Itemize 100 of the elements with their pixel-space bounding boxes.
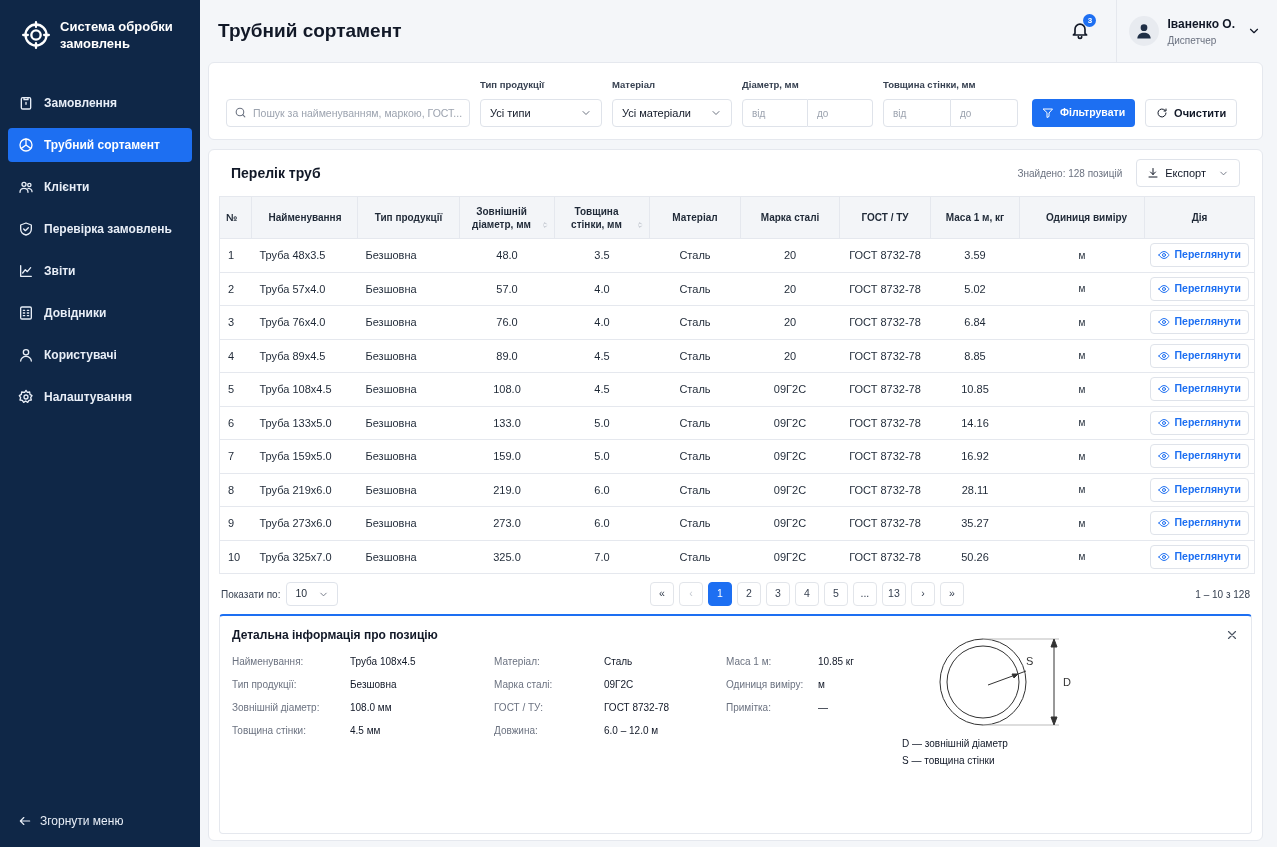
chart-icon bbox=[18, 263, 34, 279]
column-header: ГОСТ / ТУ bbox=[839, 196, 931, 239]
gear-logo-icon bbox=[22, 21, 50, 49]
close-icon bbox=[1225, 628, 1239, 642]
page-button[interactable]: « bbox=[649, 582, 674, 606]
view-button[interactable]: Переглянути bbox=[1149, 276, 1249, 301]
field-value: ГОСТ 8732-78 bbox=[604, 701, 671, 715]
table-cell: 273.0 bbox=[459, 506, 555, 540]
table-cell: 6.84 bbox=[930, 305, 1020, 339]
page-button[interactable]: 5 bbox=[823, 582, 848, 606]
sort-icon bbox=[635, 219, 644, 230]
table-cell: 133.0 bbox=[459, 406, 555, 440]
clear-button[interactable]: Очистити bbox=[1145, 99, 1238, 127]
column-header[interactable]: Товщина стінки, мм bbox=[554, 196, 650, 239]
field-value: 4.5 мм bbox=[350, 724, 382, 738]
page-button[interactable]: 13 bbox=[881, 582, 906, 606]
table-cell: 325.0 bbox=[459, 540, 555, 574]
table-cell: 48.0 bbox=[459, 238, 555, 272]
view-button[interactable]: Переглянути bbox=[1149, 343, 1249, 368]
sidebar-item[interactable]: Довідники bbox=[8, 296, 192, 330]
column-header: Найменування bbox=[251, 196, 358, 239]
table-cell: 57.0 bbox=[459, 272, 555, 306]
dropdown[interactable]: Усі типи bbox=[480, 99, 602, 127]
view-button[interactable]: Переглянути bbox=[1149, 544, 1249, 569]
table-cell: ГОСТ 8732-78 bbox=[839, 506, 931, 540]
filter-icon bbox=[1042, 107, 1054, 119]
filter-button[interactable]: Фільтрувати bbox=[1032, 99, 1136, 127]
table-cell: Безшовна bbox=[357, 272, 460, 306]
sidebar-item[interactable]: Звіти bbox=[8, 254, 192, 288]
sidebar-item[interactable]: Перевірка замовлень bbox=[8, 212, 192, 246]
eye-icon bbox=[1157, 450, 1170, 463]
table-cell: м bbox=[1019, 506, 1145, 540]
view-button[interactable]: Переглянути bbox=[1149, 477, 1249, 502]
sidebar-item[interactable]: Замовлення bbox=[8, 86, 192, 120]
sidebar-item[interactable]: Клієнти bbox=[8, 170, 192, 204]
eye-icon bbox=[1157, 416, 1170, 429]
thickness-label: S bbox=[1026, 655, 1034, 667]
table-cell: 50.26 bbox=[930, 540, 1020, 574]
table-cell: 4.0 bbox=[554, 305, 650, 339]
export-button[interactable]: Експорт bbox=[1136, 159, 1240, 187]
view-button[interactable]: Переглянути bbox=[1149, 410, 1249, 435]
field-label: Довжина: bbox=[494, 724, 539, 738]
grid-book-icon bbox=[18, 305, 34, 321]
field-label: Найменування: bbox=[232, 655, 305, 669]
page-button[interactable]: › bbox=[910, 582, 935, 606]
view-button[interactable]: Переглянути bbox=[1149, 243, 1249, 268]
page-size-dropdown[interactable]: 10 bbox=[286, 582, 339, 606]
collapse-menu-link[interactable]: Згорнути меню bbox=[8, 809, 192, 833]
table-cell: 89.0 bbox=[459, 339, 555, 373]
view-button[interactable]: Переглянути bbox=[1149, 377, 1249, 402]
eye-icon bbox=[1157, 383, 1170, 396]
shield-check-icon bbox=[18, 221, 34, 237]
user-name: Іваненко О. bbox=[1167, 15, 1235, 33]
table-cell: 09Г2С bbox=[740, 372, 840, 406]
dropdown[interactable]: Усі матеріали bbox=[612, 99, 732, 127]
table-cell: Сталь bbox=[649, 272, 741, 306]
sidebar-item[interactable]: Користувачі bbox=[8, 338, 192, 372]
table-cell: Безшовна bbox=[357, 473, 460, 507]
sidebar-item[interactable]: Налаштування bbox=[8, 380, 192, 414]
table-cell: Безшовна bbox=[357, 238, 460, 272]
table-cell: 20 bbox=[740, 305, 840, 339]
field-label: Тип продукції: bbox=[232, 678, 298, 692]
table-cell: Безшовна bbox=[357, 506, 460, 540]
view-button[interactable]: Переглянути bbox=[1149, 511, 1249, 536]
page-button[interactable]: 1 bbox=[707, 582, 732, 606]
table-cell: 108.0 bbox=[459, 372, 555, 406]
page-button[interactable]: 4 bbox=[794, 582, 819, 606]
table-cell: ГОСТ 8732-78 bbox=[839, 439, 931, 473]
field-label: ГОСТ / ТУ: bbox=[494, 701, 544, 715]
table-cell: м bbox=[1019, 272, 1145, 306]
column-header: Дія bbox=[1144, 196, 1255, 239]
field-value: — bbox=[818, 701, 829, 715]
page-button[interactable]: ... bbox=[852, 582, 877, 606]
table-cell: Сталь bbox=[649, 473, 741, 507]
page-button[interactable]: » bbox=[939, 582, 964, 606]
page-title: Трубний сортамент bbox=[218, 18, 403, 43]
field-label: Примітка: bbox=[726, 701, 772, 715]
table-cell: м bbox=[1019, 540, 1145, 574]
sidebar-item[interactable]: Трубний сортамент bbox=[8, 128, 192, 162]
eye-icon bbox=[1157, 550, 1170, 563]
user-icon bbox=[18, 347, 34, 363]
table-cell: 09Г2С bbox=[740, 506, 840, 540]
page-button[interactable]: 2 bbox=[736, 582, 761, 606]
column-header[interactable]: Зовнішній діаметр, мм bbox=[459, 196, 555, 239]
table-cell: м bbox=[1019, 372, 1145, 406]
table-cell: 6 bbox=[219, 406, 252, 440]
field-value: Сталь bbox=[604, 655, 634, 669]
table-cell: Труба 159x5.0 bbox=[251, 439, 358, 473]
table-cell: м bbox=[1019, 406, 1145, 440]
table-cell: 8 bbox=[219, 473, 252, 507]
search-field[interactable]: Пошук за найменуванням, маркою, ГОСТ... bbox=[226, 99, 470, 127]
page-button[interactable]: 3 bbox=[765, 582, 790, 606]
table-cell: ГОСТ 8732-78 bbox=[839, 238, 931, 272]
view-button[interactable]: Переглянути bbox=[1149, 444, 1249, 469]
table-cell: Труба 57x4.0 bbox=[251, 272, 358, 306]
table-cell: 3.59 bbox=[930, 238, 1020, 272]
table-cell: 6.0 bbox=[554, 506, 650, 540]
field-label: Зовнішній діаметр: bbox=[232, 701, 321, 715]
table-cell: 2 bbox=[219, 272, 252, 306]
view-button[interactable]: Переглянути bbox=[1149, 310, 1249, 335]
